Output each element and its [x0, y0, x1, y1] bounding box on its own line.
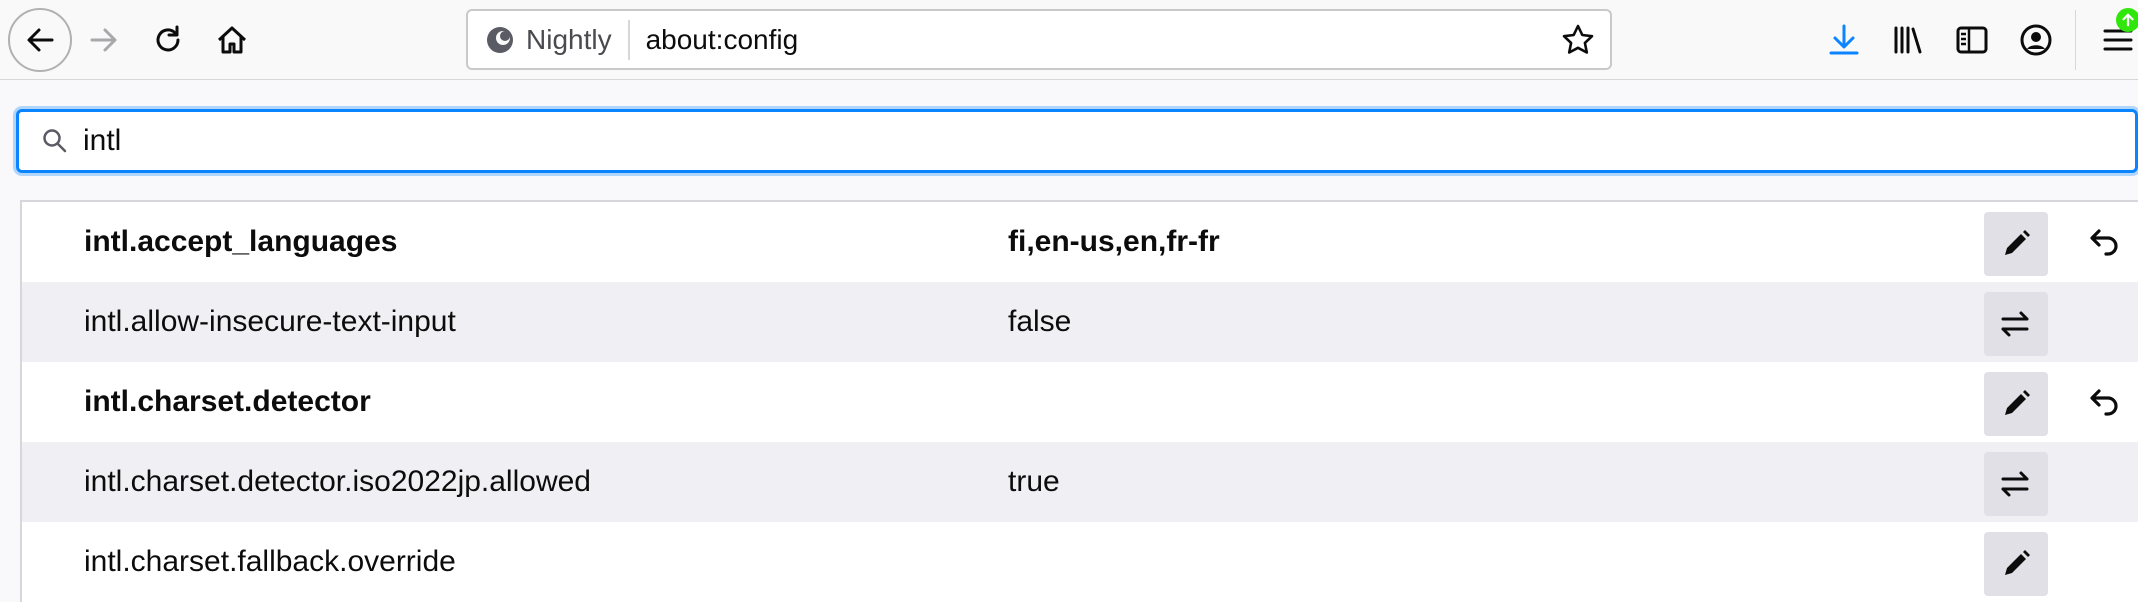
pref-value: fi,en-us,en,fr-fr	[1008, 225, 1220, 258]
library-icon	[1894, 26, 1922, 54]
edit-button[interactable]	[1984, 372, 2048, 436]
pencil-icon	[2005, 230, 2030, 255]
pref-name: intl.charset.fallback.override	[84, 545, 456, 578]
pref-value: true	[1008, 465, 1060, 498]
update-arrow-icon	[2122, 13, 2134, 27]
sidebar-icon	[1956, 26, 1988, 54]
search-icon	[43, 129, 67, 153]
pencil-icon	[2005, 550, 2030, 575]
forward-arrow-icon	[90, 28, 117, 52]
back-button[interactable]	[8, 8, 72, 72]
home-icon	[217, 26, 247, 54]
edit-button[interactable]	[1984, 212, 2048, 276]
search-input[interactable]: intl	[16, 109, 2138, 173]
identity-box[interactable]: Nightly	[468, 19, 630, 60]
account-button[interactable]	[2016, 20, 2056, 60]
toggle-button[interactable]	[1984, 292, 2048, 356]
firefox-nightly-icon	[487, 26, 513, 53]
pencil-icon	[2005, 390, 2030, 415]
undo-icon	[2090, 229, 2118, 256]
reset-button[interactable]	[2080, 380, 2128, 428]
edit-button[interactable]	[1984, 532, 2048, 596]
library-button[interactable]	[1888, 20, 1928, 60]
home-button[interactable]	[200, 8, 264, 72]
account-icon	[2020, 24, 2052, 56]
table-row: intl.allow-insecure-text-input false	[22, 282, 2138, 362]
table-row: intl.accept_languages fi,en-us,en,fr-fr	[22, 202, 2138, 282]
pref-name: intl.charset.detector.iso2022jp.allowed	[84, 465, 591, 498]
pref-value: false	[1008, 305, 1072, 338]
back-arrow-icon	[27, 28, 54, 52]
star-icon[interactable]	[1560, 22, 1596, 58]
update-badge	[2116, 8, 2138, 32]
identity-label: Nightly	[526, 23, 612, 55]
table-row: intl.charset.detector	[22, 362, 2138, 442]
downloads-button[interactable]	[1824, 20, 1864, 60]
table-row: intl.charset.fallback.override	[22, 522, 2138, 602]
toggle-button[interactable]	[1984, 452, 2048, 516]
sidebar-button[interactable]	[1952, 20, 1992, 60]
pref-name: intl.allow-insecure-text-input	[84, 305, 456, 338]
reload-button[interactable]	[136, 8, 200, 72]
pref-name: intl.charset.detector	[84, 385, 371, 418]
url-input[interactable]: about:config	[646, 24, 1560, 56]
reload-icon	[156, 25, 180, 52]
forward-button[interactable]	[72, 8, 136, 72]
toggle-arrows-icon	[2001, 311, 2029, 337]
download-icon	[1829, 24, 1859, 55]
prefs-table: intl.accept_languages fi,en-us,en,fr-fr …	[20, 200, 2138, 602]
reset-button[interactable]	[2080, 220, 2128, 268]
undo-icon	[2090, 389, 2118, 416]
navigation-toolbar: Nightly about:config	[0, 0, 2138, 80]
toolbar-separator	[2075, 10, 2076, 70]
search-value[interactable]: intl	[83, 124, 121, 158]
pref-name: intl.accept_languages	[84, 225, 398, 258]
toggle-arrows-icon	[2001, 471, 2029, 497]
table-row: intl.charset.detector.iso2022jp.allowed …	[22, 442, 2138, 522]
url-bar[interactable]: Nightly about:config	[466, 9, 1612, 70]
